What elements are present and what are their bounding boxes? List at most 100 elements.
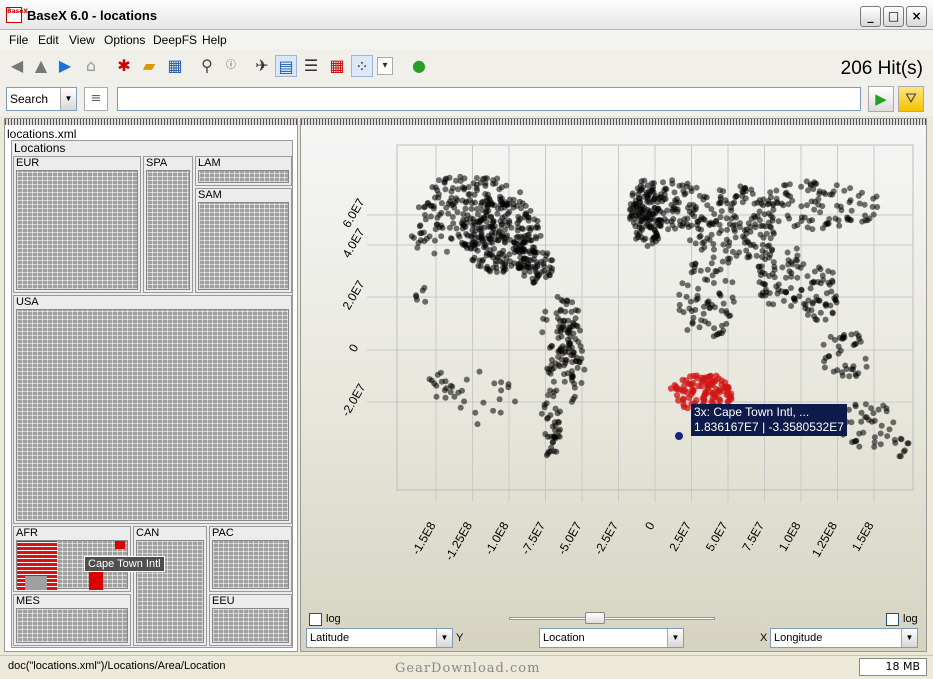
scatter-point <box>442 394 449 401</box>
treemap-region-mes[interactable]: MES <box>13 594 131 646</box>
scatter-point <box>555 353 562 360</box>
treemap-region-eeu[interactable]: EEU <box>209 594 292 646</box>
scatter-point <box>644 243 651 249</box>
scatter-point <box>810 279 817 286</box>
minimize-button[interactable]: _ <box>860 6 881 27</box>
treemap-region-lam[interactable]: LAM <box>195 156 292 186</box>
scatter-plot[interactable]: 6.0E74.0E7 2.0E7 0 -2.0E7 -1.5E8 -1.25E8 -1.0… <box>301 125 926 615</box>
scatter-point <box>877 430 884 437</box>
scatter-point <box>830 188 837 195</box>
x-axis-select[interactable]: Longitude ▼ <box>770 628 918 648</box>
scatter-point <box>518 205 525 212</box>
run-query-button[interactable]: ▶ <box>868 86 894 112</box>
text-view-icon[interactable]: ≡ <box>84 87 108 111</box>
scatter-point <box>570 349 577 356</box>
dot-size-slider-track[interactable] <box>509 617 715 620</box>
region-label: SAM <box>198 189 222 201</box>
scatter-point <box>825 268 832 275</box>
map-icon[interactable]: ✈ <box>251 55 273 77</box>
log-y-checkbox[interactable] <box>309 613 322 626</box>
scatter-point <box>706 236 713 243</box>
open-icon[interactable]: ▰ <box>138 55 160 77</box>
menu-view[interactable]: View <box>69 33 95 47</box>
scatter-point <box>652 192 659 199</box>
scatter-point <box>563 301 570 308</box>
watermark: GearDownload.com <box>395 661 541 676</box>
table-icon[interactable]: ▦ <box>326 55 348 77</box>
scatter-point <box>516 198 523 205</box>
treemap-region-can[interactable]: CAN <box>133 526 207 646</box>
scatter-point <box>807 285 814 292</box>
menu-help[interactable]: Help <box>202 33 227 47</box>
memory-indicator[interactable]: 18 MB <box>859 658 927 676</box>
scatter-point <box>629 192 636 199</box>
new-db-icon[interactable]: ✱ <box>113 55 135 77</box>
scatter-point <box>650 234 657 241</box>
treemap-panel: locations.xml Locations EUR SPA LAM SAM … <box>4 118 298 652</box>
scatter-point <box>549 257 556 264</box>
home-icon[interactable]: ⌂ <box>80 55 102 77</box>
treemap-region-usa[interactable]: USA <box>13 295 292 524</box>
maximize-button[interactable]: □ <box>883 6 904 27</box>
scatter-point <box>862 414 869 421</box>
treemap-region-eur[interactable]: EUR <box>13 156 141 293</box>
scatter-point <box>726 239 733 246</box>
log-x-label: log <box>903 613 918 625</box>
menu-options[interactable]: Options <box>104 33 145 47</box>
menu-deepfs[interactable]: DeepFS <box>153 33 197 47</box>
scatter-point <box>868 405 875 412</box>
menu-edit[interactable]: Edit <box>38 33 59 47</box>
scatter-point <box>713 331 720 338</box>
forward-icon[interactable]: ▶ <box>54 55 76 77</box>
dropdown-icon[interactable]: ▾ <box>377 57 393 75</box>
scatter-point <box>834 367 841 374</box>
scatter-point <box>697 233 704 239</box>
scatter-point <box>752 224 759 231</box>
scatter-icon[interactable]: ⁘ <box>351 55 373 77</box>
treemap-region-sam[interactable]: SAM <box>195 188 292 293</box>
treemap-icon[interactable]: ▤ <box>275 55 297 77</box>
scatter-point <box>695 285 702 292</box>
scatter-point <box>782 190 789 197</box>
scatter-point <box>487 223 494 230</box>
treemap-region-pac[interactable]: PAC <box>209 526 292 592</box>
table-view-icon[interactable]: ▦ <box>164 55 186 77</box>
log-x-checkbox[interactable] <box>886 613 899 626</box>
close-button[interactable]: × <box>906 6 927 27</box>
scatter-point <box>527 207 534 214</box>
search-mode-select[interactable]: Search ▼ <box>6 87 77 111</box>
tree-icon[interactable]: ☰ <box>300 55 322 77</box>
scatter-point <box>477 224 484 231</box>
treemap-region-spa[interactable]: SPA <box>143 156 193 293</box>
scatter-point <box>711 325 718 332</box>
scatter-point <box>683 293 690 300</box>
scatter-point <box>482 180 489 187</box>
query-input[interactable] <box>117 87 861 111</box>
up-icon[interactable]: ▲ <box>30 55 52 77</box>
scatter-point <box>651 205 658 212</box>
info-icon[interactable]: ⓘ <box>220 55 242 77</box>
highlighted-point <box>708 389 715 396</box>
scatter-point <box>815 201 822 208</box>
scatter-point <box>708 231 715 238</box>
back-icon[interactable]: ◀ <box>6 55 28 77</box>
item-select[interactable]: Location ▼ <box>539 628 684 648</box>
scatter-point <box>672 225 679 232</box>
scatter-point <box>670 216 677 222</box>
y-axis-select[interactable]: Latitude ▼ <box>306 628 453 648</box>
highlighted-point <box>672 385 680 392</box>
highlighted-point <box>679 376 686 384</box>
scatter-point <box>798 183 805 190</box>
filter-button[interactable]: ⛛ <box>898 86 924 112</box>
scatter-point <box>428 202 435 209</box>
scatter-point <box>779 264 786 271</box>
search-icon[interactable]: ⚲ <box>196 55 218 77</box>
dot-size-slider-thumb[interactable] <box>585 612 605 624</box>
scatter-point <box>720 241 727 248</box>
help-icon[interactable]: ● <box>408 55 430 77</box>
panel-grip[interactable] <box>5 119 297 125</box>
scatter-point <box>720 188 727 195</box>
scatter-point <box>693 184 700 191</box>
selected-point[interactable] <box>675 432 683 440</box>
menu-file[interactable]: File <box>9 33 28 47</box>
